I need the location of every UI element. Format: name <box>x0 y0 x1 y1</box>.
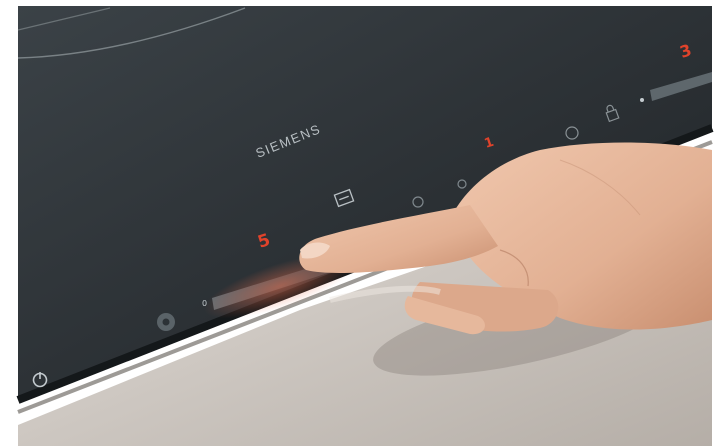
timer-icon[interactable] <box>157 313 175 331</box>
slider-min-glyph: 0 <box>202 299 207 308</box>
cooktop-photo: SIEMENS 0 5 1 3 <box>0 0 725 446</box>
